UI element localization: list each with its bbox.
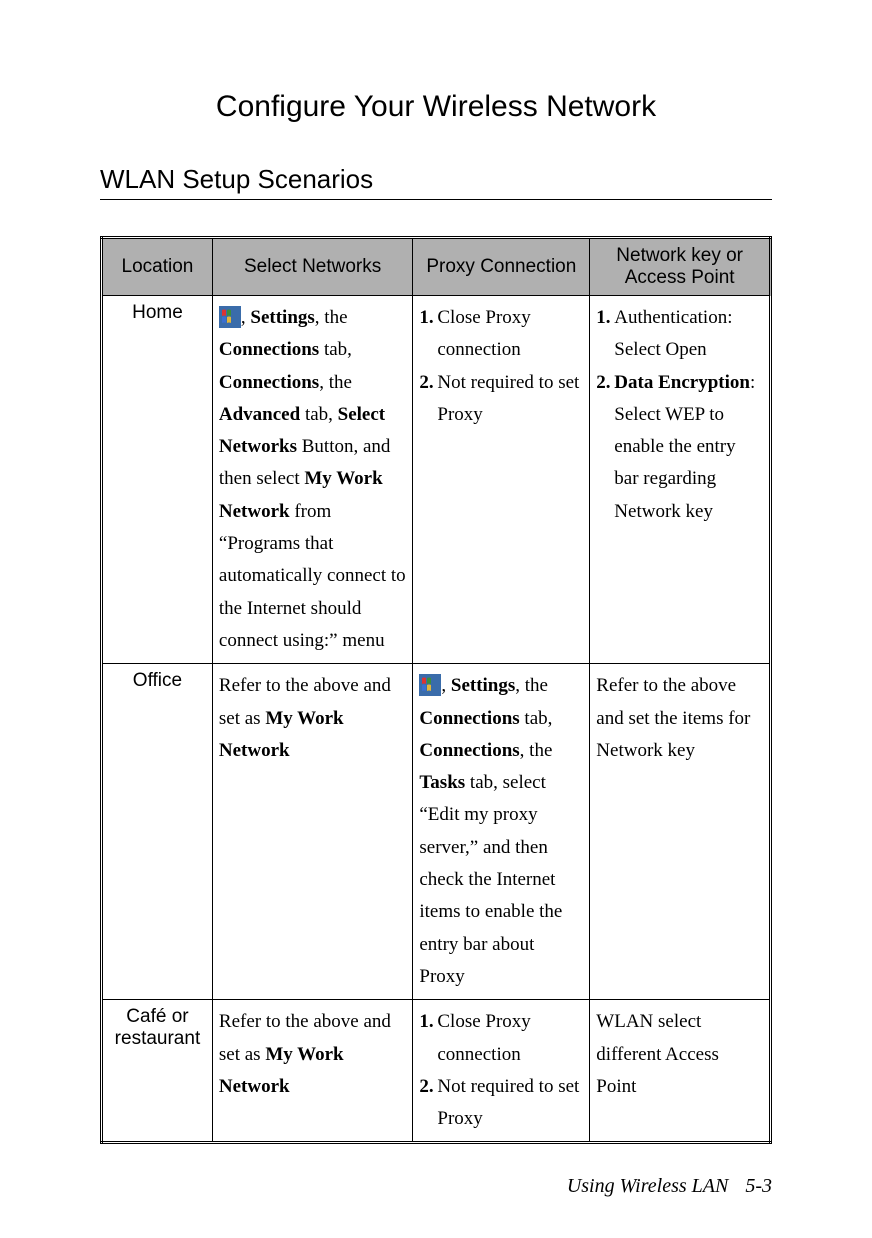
cell-network-key: 1.Authentication: Select Open2.Data Encr…: [590, 296, 771, 664]
table-row: Home, Settings, the Connections tab, Con…: [102, 296, 771, 664]
col-header-location: Location: [102, 238, 213, 296]
section-rule: [100, 199, 772, 200]
cell-network-key: Refer to the above and set the items for…: [590, 664, 771, 1000]
list-item: 2.Not required to set Proxy: [419, 367, 583, 432]
windows-start-icon: [219, 306, 241, 328]
cell-select-networks: Refer to the above and set as My Work Ne…: [212, 664, 412, 1000]
windows-start-icon: [419, 674, 441, 696]
cell-proxy-connection: 1.Close Proxy connection2.Not required t…: [413, 296, 590, 664]
cell-proxy-connection: , Settings, the Connections tab, Connect…: [413, 664, 590, 1000]
scenarios-table: Location Select Networks Proxy Connectio…: [100, 236, 772, 1144]
list-item: 1.Close Proxy connection: [419, 302, 583, 367]
cell-network-key: WLAN select different Access Point: [590, 1000, 771, 1143]
cell-location: Home: [102, 296, 213, 664]
cell-select-networks: Refer to the above and set as My Work Ne…: [212, 1000, 412, 1143]
page-footer: Using Wireless LAN 5-3: [567, 1175, 772, 1198]
page-title: Configure Your Wireless Network: [100, 90, 772, 124]
table-row: OfficeRefer to the above and set as My W…: [102, 664, 771, 1000]
cell-location: Office: [102, 664, 213, 1000]
list-item: 1.Close Proxy connection: [419, 1006, 583, 1071]
col-header-proxy: Proxy Connection: [413, 238, 590, 296]
list-item: 2.Data Encryption: Select WEP to enable …: [596, 367, 763, 528]
col-header-select-networks: Select Networks: [212, 238, 412, 296]
section-heading: WLAN Setup Scenarios: [100, 164, 772, 195]
footer-page-number: 5-3: [745, 1175, 772, 1197]
list-item: 1.Authentication: Select Open: [596, 302, 763, 367]
cell-location: Café or restaurant: [102, 1000, 213, 1143]
cell-proxy-connection: 1.Close Proxy connection2.Not required t…: [413, 1000, 590, 1143]
cell-select-networks: , Settings, the Connections tab, Connect…: [212, 296, 412, 664]
list-item: 2.Not required to set Proxy: [419, 1071, 583, 1136]
footer-text: Using Wireless LAN: [567, 1175, 729, 1197]
table-row: Café or restaurantRefer to the above and…: [102, 1000, 771, 1143]
col-header-network-key: Network key or Access Point: [590, 238, 771, 296]
